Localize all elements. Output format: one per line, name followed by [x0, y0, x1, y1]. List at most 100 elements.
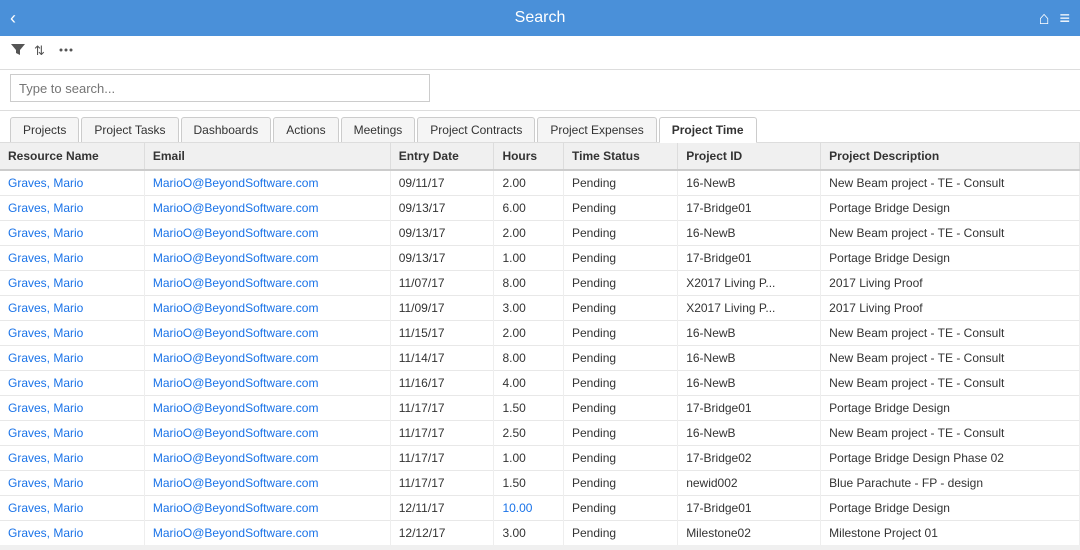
- tab-project-expenses[interactable]: Project Expenses: [537, 117, 656, 142]
- hours: 2.00: [494, 221, 564, 246]
- resource-name[interactable]: Graves, Mario: [0, 346, 144, 371]
- project-id: 16-NewB: [678, 421, 821, 446]
- search-input[interactable]: [10, 74, 430, 102]
- resource-name[interactable]: Graves, Mario: [0, 496, 144, 521]
- tab-project-contracts[interactable]: Project Contracts: [417, 117, 535, 142]
- tab-projects[interactable]: Projects: [10, 117, 79, 142]
- entry-date: 11/17/17: [390, 471, 494, 496]
- email[interactable]: MarioO@BeyondSoftware.com: [144, 371, 390, 396]
- project-description: Portage Bridge Design Phase 02: [821, 446, 1080, 471]
- hours: 3.00: [494, 521, 564, 546]
- email[interactable]: MarioO@BeyondSoftware.com: [144, 296, 390, 321]
- resource-name[interactable]: Graves, Mario: [0, 371, 144, 396]
- entry-date: 11/17/17: [390, 396, 494, 421]
- resource-name[interactable]: Graves, Mario: [0, 271, 144, 296]
- email[interactable]: MarioO@BeyondSoftware.com: [144, 396, 390, 421]
- project-description: New Beam project - TE - Consult: [821, 321, 1080, 346]
- table-row[interactable]: Graves, MarioMarioO@BeyondSoftware.com09…: [0, 246, 1080, 271]
- project-id: 16-NewB: [678, 321, 821, 346]
- resource-name[interactable]: Graves, Mario: [0, 396, 144, 421]
- resource-name[interactable]: Graves, Mario: [0, 221, 144, 246]
- project-id: 17-Bridge01: [678, 396, 821, 421]
- entry-date: 11/15/17: [390, 321, 494, 346]
- table-row[interactable]: Graves, MarioMarioO@BeyondSoftware.com11…: [0, 296, 1080, 321]
- back-button[interactable]: ‹: [10, 8, 16, 29]
- menu-icon[interactable]: ≡: [1059, 8, 1070, 29]
- table-row[interactable]: Graves, MarioMarioO@BeyondSoftware.com11…: [0, 271, 1080, 296]
- tab-actions[interactable]: Actions: [273, 117, 338, 142]
- resource-name[interactable]: Graves, Mario: [0, 321, 144, 346]
- project-description: New Beam project - TE - Consult: [821, 221, 1080, 246]
- tab-project-time[interactable]: Project Time: [659, 117, 757, 143]
- more-icon[interactable]: [58, 42, 74, 63]
- resource-name[interactable]: Graves, Mario: [0, 296, 144, 321]
- toolbar: ⇅: [0, 36, 1080, 70]
- project-description: New Beam project - TE - Consult: [821, 421, 1080, 446]
- time-status: Pending: [564, 321, 678, 346]
- email[interactable]: MarioO@BeyondSoftware.com: [144, 221, 390, 246]
- project-description: Milestone Project 01: [821, 521, 1080, 546]
- email[interactable]: MarioO@BeyondSoftware.com: [144, 170, 390, 196]
- resource-name[interactable]: Graves, Mario: [0, 446, 144, 471]
- email[interactable]: MarioO@BeyondSoftware.com: [144, 271, 390, 296]
- entry-date: 09/13/17: [390, 196, 494, 221]
- tabs-container: ProjectsProject TasksDashboardsActionsMe…: [0, 111, 1080, 143]
- table-row[interactable]: Graves, MarioMarioO@BeyondSoftware.com12…: [0, 496, 1080, 521]
- table-row[interactable]: Graves, MarioMarioO@BeyondSoftware.com09…: [0, 196, 1080, 221]
- project-id: 17-Bridge01: [678, 246, 821, 271]
- hours: 1.00: [494, 246, 564, 271]
- entry-date: 09/11/17: [390, 170, 494, 196]
- email[interactable]: MarioO@BeyondSoftware.com: [144, 246, 390, 271]
- email[interactable]: MarioO@BeyondSoftware.com: [144, 471, 390, 496]
- app-header: ‹ Search ⌂ ≡: [0, 0, 1080, 36]
- col-header: Time Status: [564, 143, 678, 170]
- project-description: 2017 Living Proof: [821, 296, 1080, 321]
- project-description: New Beam project - TE - Consult: [821, 346, 1080, 371]
- hours: 6.00: [494, 196, 564, 221]
- email[interactable]: MarioO@BeyondSoftware.com: [144, 521, 390, 546]
- table-row[interactable]: Graves, MarioMarioO@BeyondSoftware.com11…: [0, 446, 1080, 471]
- resource-name[interactable]: Graves, Mario: [0, 471, 144, 496]
- table-row[interactable]: Graves, MarioMarioO@BeyondSoftware.com12…: [0, 521, 1080, 546]
- table-row[interactable]: Graves, MarioMarioO@BeyondSoftware.com09…: [0, 170, 1080, 196]
- time-status: Pending: [564, 271, 678, 296]
- email[interactable]: MarioO@BeyondSoftware.com: [144, 446, 390, 471]
- table-row[interactable]: Graves, MarioMarioO@BeyondSoftware.com11…: [0, 471, 1080, 496]
- results-table: Resource NameEmailEntry DateHoursTime St…: [0, 143, 1080, 545]
- results-table-container[interactable]: Resource NameEmailEntry DateHoursTime St…: [0, 143, 1080, 545]
- project-id: 16-NewB: [678, 170, 821, 196]
- sort-icon[interactable]: ⇅: [34, 42, 50, 63]
- table-row[interactable]: Graves, MarioMarioO@BeyondSoftware.com09…: [0, 221, 1080, 246]
- resource-name[interactable]: Graves, Mario: [0, 521, 144, 546]
- email[interactable]: MarioO@BeyondSoftware.com: [144, 496, 390, 521]
- project-description: Portage Bridge Design: [821, 496, 1080, 521]
- email[interactable]: MarioO@BeyondSoftware.com: [144, 421, 390, 446]
- resource-name[interactable]: Graves, Mario: [0, 421, 144, 446]
- entry-date: 11/09/17: [390, 296, 494, 321]
- hours: 4.00: [494, 371, 564, 396]
- email[interactable]: MarioO@BeyondSoftware.com: [144, 196, 390, 221]
- filter-icon[interactable]: [10, 42, 26, 63]
- project-id: newid002: [678, 471, 821, 496]
- table-row[interactable]: Graves, MarioMarioO@BeyondSoftware.com11…: [0, 396, 1080, 421]
- tab-project-tasks[interactable]: Project Tasks: [81, 117, 178, 142]
- project-id: 16-NewB: [678, 221, 821, 246]
- resource-name[interactable]: Graves, Mario: [0, 196, 144, 221]
- table-row[interactable]: Graves, MarioMarioO@BeyondSoftware.com11…: [0, 346, 1080, 371]
- project-description: Portage Bridge Design: [821, 246, 1080, 271]
- svg-text:⇅: ⇅: [34, 43, 45, 58]
- tab-dashboards[interactable]: Dashboards: [181, 117, 272, 142]
- email[interactable]: MarioO@BeyondSoftware.com: [144, 346, 390, 371]
- resource-name[interactable]: Graves, Mario: [0, 170, 144, 196]
- tab-meetings[interactable]: Meetings: [341, 117, 416, 142]
- hours: 2.50: [494, 421, 564, 446]
- resource-name[interactable]: Graves, Mario: [0, 246, 144, 271]
- table-row[interactable]: Graves, MarioMarioO@BeyondSoftware.com11…: [0, 371, 1080, 396]
- home-icon[interactable]: ⌂: [1039, 8, 1050, 29]
- table-row[interactable]: Graves, MarioMarioO@BeyondSoftware.com11…: [0, 321, 1080, 346]
- project-description: Portage Bridge Design: [821, 396, 1080, 421]
- email[interactable]: MarioO@BeyondSoftware.com: [144, 321, 390, 346]
- project-id: X2017 Living P...: [678, 271, 821, 296]
- col-header: Project Description: [821, 143, 1080, 170]
- table-row[interactable]: Graves, MarioMarioO@BeyondSoftware.com11…: [0, 421, 1080, 446]
